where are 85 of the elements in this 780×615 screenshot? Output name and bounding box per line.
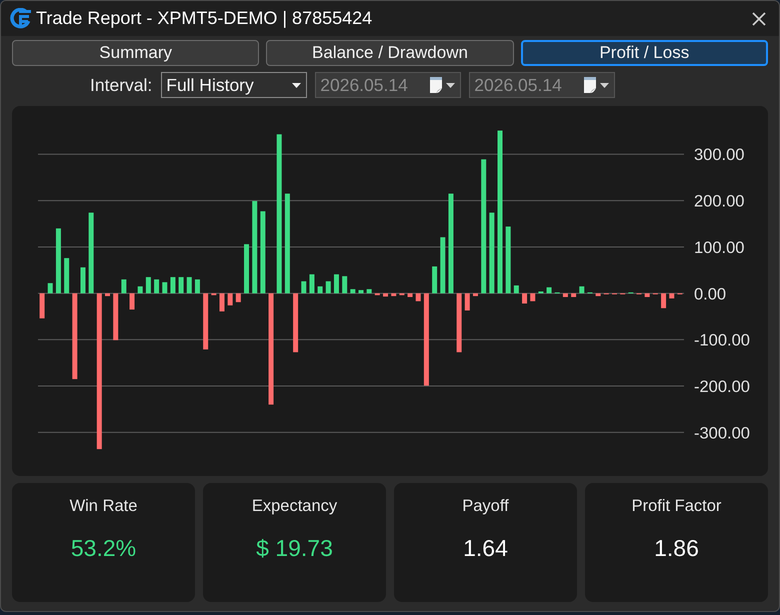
loss-bar — [374, 293, 380, 296]
profit-bar — [170, 277, 176, 294]
loss-bar — [464, 293, 470, 310]
loss-bar — [562, 293, 568, 298]
calendar-icon — [430, 77, 442, 93]
profit-bar — [440, 237, 446, 294]
loss-bar — [219, 293, 224, 312]
loss-bar — [203, 293, 208, 350]
profit-bar — [506, 226, 511, 294]
stat-value: 1.86 — [654, 535, 699, 562]
axis-label: 100.00 — [694, 238, 744, 257]
caret-icon — [292, 82, 302, 88]
loss-bar — [596, 293, 601, 296]
profit-bar — [186, 277, 192, 294]
stat-label: Payoff — [462, 497, 509, 516]
tab[interactable]: Summary — [12, 40, 260, 66]
loss-bar — [383, 293, 388, 297]
loss-bar — [472, 293, 478, 296]
loss-bar — [408, 293, 413, 298]
profit-bar — [358, 290, 364, 294]
loss-bar — [571, 293, 576, 298]
profit-bar — [64, 258, 70, 294]
loss-bar — [391, 293, 396, 296]
profit-bar — [146, 277, 151, 294]
caret-icon — [446, 82, 456, 88]
axis-label: 0.00 — [694, 285, 726, 304]
axis-label: 300.00 — [694, 146, 744, 164]
profit-bar — [326, 281, 331, 294]
profit-bar — [194, 279, 200, 294]
loss-bar — [644, 293, 650, 298]
loss-bar — [399, 293, 404, 296]
logo-icon — [10, 8, 31, 29]
profit-bar — [48, 283, 53, 294]
loss-bar — [522, 293, 528, 304]
axis-label: 200.00 — [694, 192, 744, 211]
stat-value: 1.64 — [463, 535, 508, 562]
caret-icon — [600, 82, 610, 88]
profit-bar — [80, 267, 86, 294]
loss-bar — [530, 293, 536, 302]
tab[interactable]: Profit / Loss — [520, 40, 768, 66]
axis-label: -300.00 — [694, 424, 750, 442]
loss-bar — [456, 293, 462, 352]
profit-bar — [56, 228, 61, 294]
axis-label: -100.00 — [694, 332, 750, 350]
profit-bar — [162, 282, 168, 294]
loss-bar — [113, 293, 118, 340]
stat-value: 53.2% — [70, 535, 136, 562]
tab[interactable]: Balance / Drawdown — [266, 40, 514, 66]
calendar-icon — [584, 77, 596, 93]
profit-bar — [350, 289, 356, 294]
profit-bar — [178, 277, 184, 294]
profit-bar — [514, 285, 519, 294]
close-icon[interactable] — [752, 12, 766, 26]
stat-label: Expectancy — [252, 497, 338, 516]
loss-bar — [105, 293, 110, 296]
profit-bar — [538, 291, 544, 294]
loss-bar — [661, 293, 666, 308]
loss-bar — [228, 293, 233, 306]
profit-bar — [244, 244, 250, 294]
stat-label: Win Rate — [70, 497, 138, 516]
profit-bar — [301, 281, 306, 294]
interval-label: Interval: — [90, 74, 152, 96]
loss-bar — [416, 293, 421, 302]
profit-bar — [342, 276, 348, 294]
loss-bar — [211, 293, 216, 296]
loss-bar — [236, 293, 241, 302]
stat-value: $ 19.73 — [256, 535, 333, 562]
profit-bar — [154, 279, 160, 294]
stat-label: Profit Factor — [632, 497, 722, 516]
profit-bar — [334, 274, 339, 294]
profit-bar — [579, 286, 584, 294]
profit-bar — [366, 289, 372, 294]
window-title: Trade Report - XPMT5-DEMO | 87855424 — [36, 8, 374, 29]
profit-bar — [318, 286, 323, 294]
profit-bar — [121, 279, 126, 294]
interval-dropdown[interactable]: Full History — [161, 72, 308, 98]
axis-label: -200.00 — [694, 378, 750, 396]
profit-bar — [138, 286, 143, 294]
profit-bar — [309, 274, 314, 294]
loss-bar — [130, 293, 135, 310]
loss-bar — [40, 293, 45, 318]
profit-bar — [546, 287, 552, 294]
loss-bar — [293, 293, 298, 352]
loss-bar — [669, 293, 674, 298]
profit-bar — [432, 266, 438, 294]
